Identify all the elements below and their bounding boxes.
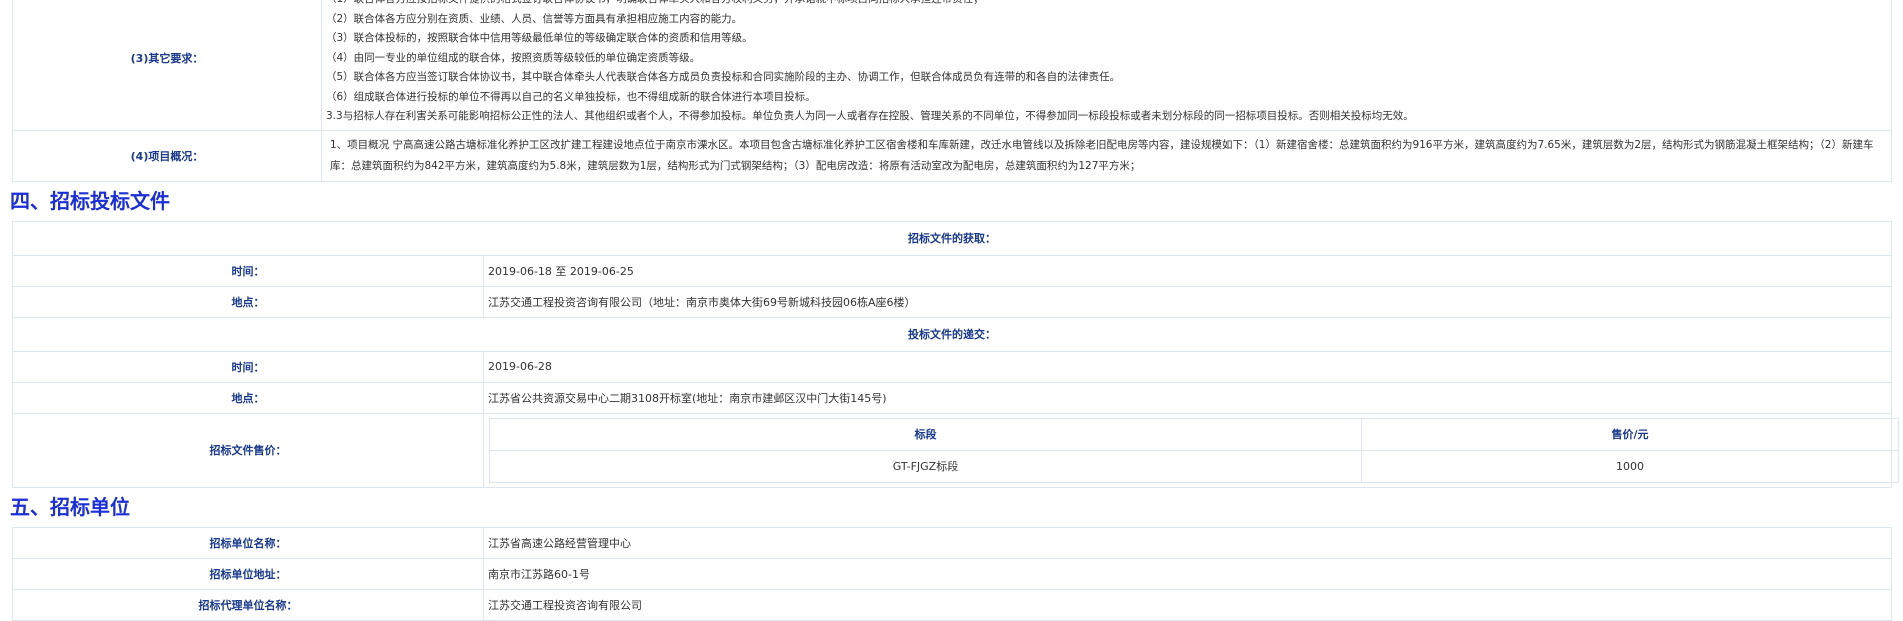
price-table-header-price: 售价/元 [1361, 417, 1899, 451]
tenderer-address-value: 南京市江苏路60-1号 [483, 557, 1892, 590]
bidding-documents-table: 招标文件的获取： 时间： 2019-06-18 至 2019-06-25 地点：… [12, 220, 1899, 488]
requirement-line: （4）由同一专业的单位组成的联合体，按照资质等级较低的单位确定资质等级。 [326, 51, 701, 64]
tenderer-address-row: 招标单位地址： 南京市江苏路60-1号 [12, 557, 1892, 590]
agent-name-label: 招标代理单位名称： [12, 588, 484, 621]
submit-header-row: 投标文件的递交： [12, 316, 1892, 352]
tenderer-name-value: 江苏省高速公路经营管理中心 [483, 526, 1892, 559]
project-overview-text: 1、项目概况 宁高高速公路古塘标准化养护工区改扩建工程建设地点位于南京市溧水区。… [330, 138, 1874, 172]
tenderer-address-label: 招标单位地址： [12, 557, 484, 590]
section-title-tenderer: 五、招标单位 [10, 494, 130, 519]
obtain-place-row: 地点： 江苏交通工程投资咨询有限公司（地址：南京市奥体大街69号新城科技园06栋… [12, 285, 1892, 318]
submit-time-row: 时间： 2019-06-28 [12, 350, 1892, 383]
project-overview-row: (4)项目概况： 1、项目概况 宁高高速公路古塘标准化养护工区改扩建工程建设地点… [12, 129, 1892, 182]
price-table-header-section: 标段 [489, 417, 1362, 451]
obtain-time-label: 时间： [12, 254, 484, 287]
agent-name-row: 招标代理单位名称： 江苏交通工程投资咨询有限公司 [12, 588, 1892, 621]
obtain-place-label: 地点： [12, 285, 484, 318]
obtain-place-value: 江苏交通工程投资咨询有限公司（地址：南京市奥体大街69号新城科技园06栋A座6楼… [483, 285, 1892, 318]
tenderer-name-label: 招标单位名称： [12, 526, 484, 559]
obtain-time-row: 时间： 2019-06-18 至 2019-06-25 [12, 254, 1892, 287]
obtain-time-value: 2019-06-18 至 2019-06-25 [483, 254, 1892, 287]
requirement-line: （2）联合体各方应分别在资质、业绩、人员、信誉等方面具有承担相应施工内容的能力。 [326, 12, 743, 25]
submit-time-label: 时间： [12, 350, 484, 383]
requirement-line: （3）联合体投标的，按照联合体中信用等级最低单位的等级确定联合体的资质和信用等级… [326, 32, 753, 44]
document-price-label: 招标文件售价： [12, 412, 484, 488]
document-price-cell: 标段 售价/元 GT-FJGZ标段 1000 [483, 412, 1899, 488]
submit-place-row: 地点： 江苏省公共资源交易中心二期3108开标室(地址：南京市建邺区汉中门大街1… [12, 381, 1892, 414]
submit-place-value: 江苏省公共资源交易中心二期3108开标室(地址：南京市建邺区汉中门大街145号) [483, 381, 1892, 414]
price-table-price: 1000 [1361, 449, 1899, 483]
requirement-line: （6）组成联合体进行投标的单位不得再以自己的名义单独投标，也不得组成新的联合体进… [326, 90, 816, 103]
price-table-row: GT-FJGZ标段 1000 [489, 449, 1899, 483]
tenderer-table: 招标单位名称： 江苏省高速公路经营管理中心 招标单位地址： 南京市江苏路60-1… [12, 526, 1892, 621]
agent-name-value: 江苏交通工程投资咨询有限公司 [483, 588, 1892, 621]
other-requirements-content: （1）联合体各方应按招标文件提供的格式签订联合体协议书，明确联合体牵头人和各方权… [321, 0, 1892, 131]
obtain-header: 招标文件的获取： [12, 220, 1892, 256]
requirement-line: 3.3与招标人存在利害关系可能影响招标公正性的法人、其他组织或者个人，不得参加投… [326, 110, 1414, 122]
requirements-table: (3)其它要求： （1）联合体各方应按招标文件提供的格式签订联合体协议书，明确联… [12, 0, 1892, 182]
project-overview-label: (4)项目概况： [12, 129, 322, 182]
obtain-header-row: 招标文件的获取： [12, 220, 1892, 256]
other-requirements-row: (3)其它要求： （1）联合体各方应按招标文件提供的格式签订联合体协议书，明确联… [12, 0, 1892, 131]
project-overview-content: 1、项目概况 宁高高速公路古塘标准化养护工区改扩建工程建设地点位于南京市溧水区。… [321, 129, 1892, 182]
document-price-row: 招标文件售价： 标段 售价/元 GT-FJGZ标段 1000 [12, 412, 1899, 488]
submit-place-label: 地点： [12, 381, 484, 414]
tenderer-name-row: 招标单位名称： 江苏省高速公路经营管理中心 [12, 526, 1892, 559]
other-requirements-label: (3)其它要求： [12, 0, 322, 131]
requirement-line: （5）联合体各方应当签订联合体协议书，其中联合体牵头人代表联合体各方成员负责投标… [326, 71, 1121, 83]
price-table-section: GT-FJGZ标段 [489, 449, 1362, 483]
document-price-table: 标段 售价/元 GT-FJGZ标段 1000 [489, 417, 1899, 483]
section-title-bidding-documents: 四、招标投标文件 [10, 188, 170, 213]
requirement-line: （1）联合体各方应按招标文件提供的格式签订联合体协议书，明确联合体牵头人和各方权… [326, 0, 1890, 10]
price-table-header-row: 标段 售价/元 [489, 417, 1899, 451]
announcement-page: (3)其它要求： （1）联合体各方应按招标文件提供的格式签订联合体协议书，明确联… [0, 0, 1903, 621]
submit-header: 投标文件的递交： [12, 316, 1892, 352]
submit-time-value: 2019-06-28 [483, 350, 1892, 383]
